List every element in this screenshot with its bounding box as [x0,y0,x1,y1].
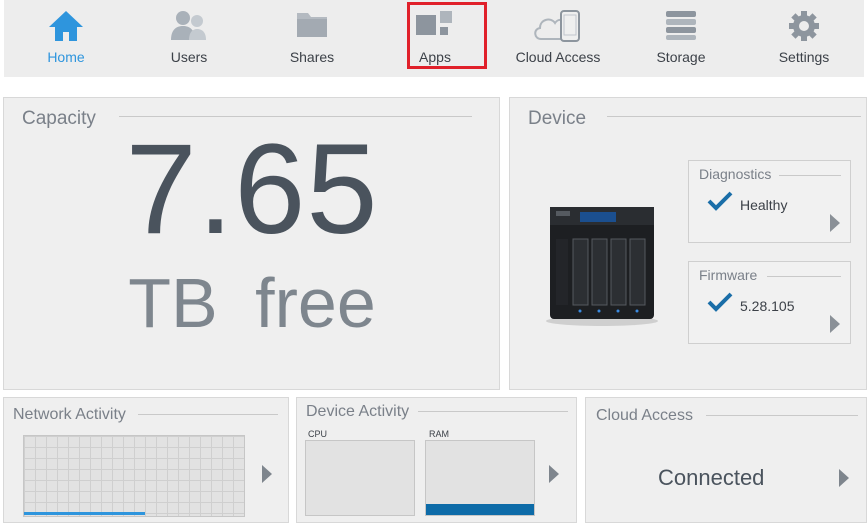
apps-highlight-box [407,2,487,69]
capacity-value: 7.65 [125,118,379,261]
cloud-device-icon [534,10,580,42]
diagnostics-title: Diagnostics [699,166,772,182]
network-activity-panel: Network Activity [3,397,289,523]
device-panel: Device Diagnostics Healthy Firmware 5.28… [509,97,867,390]
top-navigation: Home Users Shares Apps Cloud Access Stor… [4,0,864,77]
home-icon [49,11,83,41]
network-activity-title-rule [138,414,278,415]
nav-shares-label: Shares [289,49,335,65]
device-activity-chevron-icon[interactable] [549,465,559,483]
nav-settings-label: Settings [778,49,830,65]
network-activity-chevron-icon[interactable] [262,465,272,483]
diagnostics-title-rule [779,175,841,176]
network-activity-bar [24,512,145,515]
device-title-rule [607,116,861,117]
device-activity-title-rule [418,411,568,412]
firmware-value: 5.28.105 [740,298,795,314]
ram-label: RAM [429,429,449,439]
nav-users[interactable]: Users [127,0,251,77]
users-icon [171,11,206,40]
nas-device-image [546,207,658,326]
cpu-graph [305,440,415,516]
check-icon [707,292,733,312]
capacity-panel: Capacity 7.65 TB free [3,97,500,390]
nav-settings[interactable]: Settings [742,0,866,77]
capacity-title-rule [119,116,472,117]
device-activity-panel: Device Activity CPU RAM [296,397,577,523]
network-activity-graph [23,435,245,517]
ram-usage-fill [426,503,534,515]
nav-storage-label: Storage [656,49,706,65]
firmware-title-rule [767,276,841,277]
diagnostics-value: Healthy [740,197,788,213]
cloud-access-title-rule [706,415,858,416]
nav-home-label: Home [47,49,85,65]
firmware-title: Firmware [699,267,758,283]
device-activity-title: Device Activity [306,403,410,420]
diagnostics-card[interactable]: Diagnostics Healthy [688,160,851,243]
ram-graph [425,440,535,516]
folder-icon [297,13,327,37]
nav-home[interactable]: Home [4,0,128,77]
nav-cloud-access-label: Cloud Access [515,49,601,65]
network-activity-title: Network Activity [13,406,126,423]
cloud-access-status: Connected [658,465,765,490]
capacity-unit: TB free [128,264,376,342]
diagnostics-chevron-icon[interactable] [830,214,840,232]
firmware-chevron-icon[interactable] [830,315,840,333]
storage-icon [666,11,696,40]
nav-shares[interactable]: Shares [250,0,374,77]
device-title: Device [528,108,587,129]
cloud-access-panel: Cloud Access Connected [585,397,867,523]
nav-storage[interactable]: Storage [619,0,743,77]
nav-users-label: Users [170,49,208,65]
cpu-label: CPU [308,429,328,439]
check-icon [707,191,733,211]
cloud-access-chevron-icon[interactable] [839,469,849,487]
nav-cloud-access[interactable]: Cloud Access [496,0,620,77]
gear-icon [789,11,819,41]
cloud-access-title: Cloud Access [596,407,693,424]
firmware-card[interactable]: Firmware 5.28.105 [688,261,851,344]
